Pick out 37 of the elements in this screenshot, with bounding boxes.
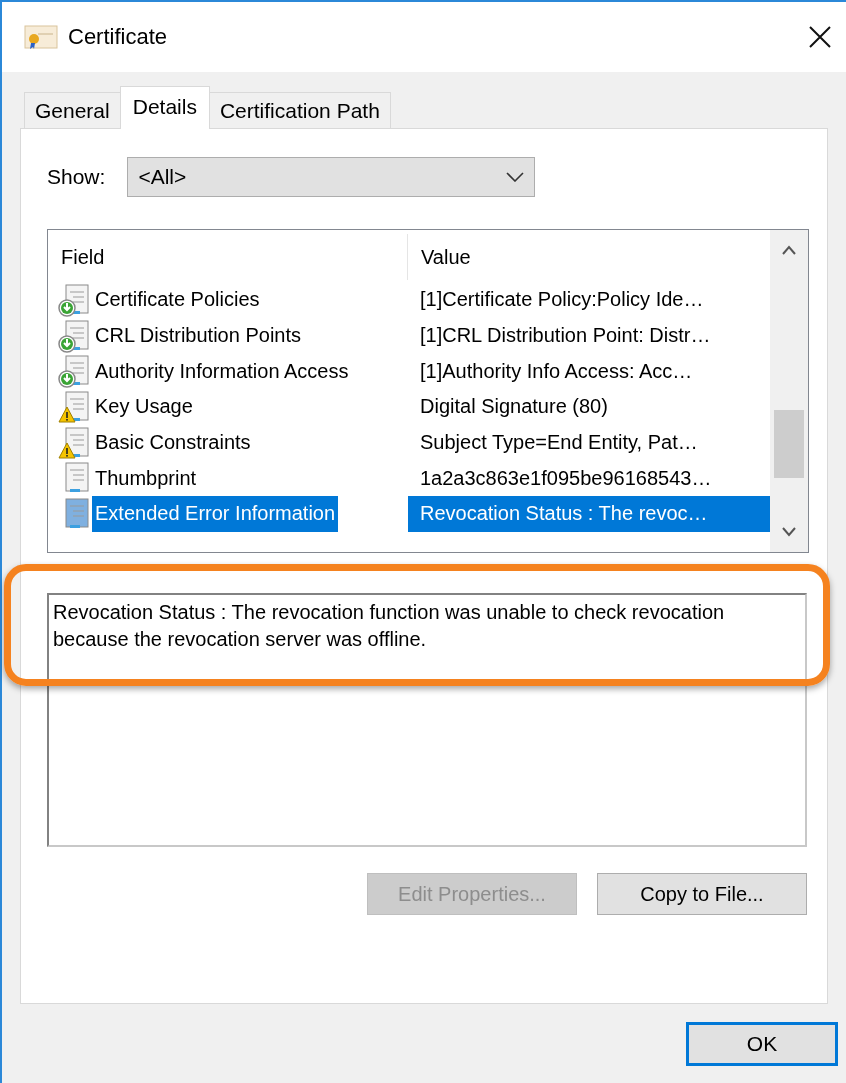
scrollbar[interactable] [770, 230, 808, 552]
field-value[interactable]: [1]CRL Distribution Point: Distr… [408, 317, 770, 354]
field-value[interactable]: 1a2a3c863e1f095be96168543… [408, 460, 770, 497]
field-name[interactable]: Thumbprint [92, 460, 200, 497]
close-icon[interactable] [808, 25, 832, 49]
chevron-down-icon [506, 172, 525, 182]
field-name[interactable]: Basic Constraints [92, 424, 254, 461]
column-header[interactable]: Field [48, 234, 408, 280]
certificate-download-icon [58, 282, 92, 317]
field-name[interactable]: Key Usage [92, 389, 196, 425]
tab[interactable]: Certification Path [208, 92, 391, 128]
certificate-download-icon [58, 354, 92, 389]
action-button[interactable]: Copy to File... [597, 873, 807, 915]
field-value[interactable]: Revocation Status : The revoc… [408, 496, 770, 532]
field-value[interactable]: Digital Signature (80) [408, 389, 770, 425]
show-label: Show: [47, 165, 106, 189]
field-value[interactable]: Subject Type=End Entity, Pat… [408, 424, 770, 461]
ok-button[interactable]: OK [686, 1022, 838, 1066]
certificate-download-icon [58, 318, 92, 353]
detail-text-box[interactable]: Revocation Status : The revocation function was unable to check revocation because the revocation server was offline. [47, 593, 807, 847]
column-header[interactable]: Value [408, 234, 471, 280]
certificate-warning-icon [58, 389, 92, 424]
tab[interactable]: General [24, 92, 121, 128]
field-name[interactable]: Certificate Policies [92, 282, 263, 318]
scroll-down-icon[interactable] [781, 526, 797, 538]
field-value[interactable]: [1]Certificate Policy:Policy Ide… [408, 282, 770, 318]
scroll-thumb[interactable] [774, 410, 804, 479]
show-dropdown[interactable]: <All> [127, 157, 536, 197]
scroll-up-icon[interactable] [781, 244, 797, 256]
field-name[interactable]: Extended Error Information [92, 496, 339, 532]
certificate-warning-icon [58, 425, 92, 460]
certificate-icon [24, 24, 58, 50]
window-title: Certificate [68, 24, 169, 50]
field-value[interactable]: [1]Authority Info Access: Acc… [408, 353, 770, 390]
field-name[interactable]: Authority Information Access [92, 353, 352, 390]
field-name[interactable]: CRL Distribution Points [92, 317, 304, 354]
tab[interactable]: Details [119, 86, 210, 129]
